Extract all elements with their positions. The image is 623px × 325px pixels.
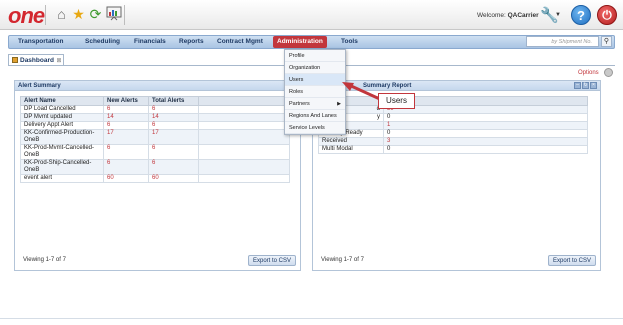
nav-administration[interactable]: Administration — [273, 36, 327, 48]
dashboard-icon — [12, 57, 18, 64]
alert-summary-panel: Alert Summary Alert Name New Alerts Tota… — [14, 80, 301, 271]
nav-transportation[interactable]: Transportation — [16, 36, 66, 48]
table-row[interactable]: DP Load Cancelled 6 6 — [20, 105, 290, 114]
column-header[interactable]: Total Alerts — [148, 96, 199, 106]
panel-title: Alert Summary — [15, 81, 300, 91]
table-row[interactable]: Delivery Ready0 — [318, 129, 588, 138]
gear-icon[interactable] — [604, 68, 613, 77]
home-icon[interactable]: ⌂ — [53, 6, 70, 23]
power-icon[interactable]: ⏻ — [597, 5, 617, 25]
options-link[interactable]: Options — [578, 70, 599, 76]
table-row[interactable]: Delivery Appt Alert 6 6 — [20, 121, 290, 130]
app-header: one ⌂ ★ ⟳ Welcome: QACarrier 🔧 ▼ ? ⏻ — [0, 0, 623, 30]
table-row[interactable]: event alert 60 60 — [20, 174, 290, 183]
table-row[interactable]: DP Mvmt updated 14 14 — [20, 113, 290, 122]
table-row[interactable]: Intransit1 — [318, 121, 588, 130]
column-header[interactable]: New Alerts — [103, 96, 149, 106]
table-row[interactable]: d 39 — [318, 105, 588, 114]
table-row[interactable]: y0 — [318, 113, 588, 122]
table-row[interactable]: KK-Prod-Ship-Cancelled-OneB 6 6 — [20, 159, 290, 175]
menu-item-profile[interactable]: Profile — [285, 50, 345, 62]
nav-tools[interactable]: Tools — [339, 36, 360, 48]
main-nav: Transportation Scheduling Financials Rep… — [8, 35, 615, 49]
column-header — [198, 96, 290, 106]
menu-item-service-levels[interactable]: Service Levels — [285, 122, 345, 134]
menu-item-regions-and-lanes[interactable]: Regions And Lanes — [285, 110, 345, 122]
star-icon[interactable]: ★ — [70, 6, 87, 23]
shipment-search-input[interactable]: by Shipment No. — [526, 36, 599, 47]
nav-contract-mgmt[interactable]: Contract Mgmt — [215, 36, 265, 48]
pagination-text: Viewing 1-7 of 7 — [321, 257, 364, 263]
table-row[interactable]: KK-Prod-Mvmt-Cancelled-OneB 6 6 — [20, 144, 290, 160]
search-icon[interactable]: ⚲ — [601, 36, 612, 47]
collapse-icon[interactable]: – — [574, 82, 581, 89]
presentation-icon[interactable] — [105, 6, 122, 23]
footer-divider — [0, 318, 623, 319]
refresh-icon[interactable]: ↻ — [582, 82, 589, 89]
logo[interactable]: one — [8, 3, 45, 29]
help-icon[interactable]: ? — [571, 5, 591, 25]
table-row[interactable]: Received 3 — [318, 137, 588, 146]
table-row[interactable]: KK-Confirmed-Production-OneB 17 17 — [20, 129, 290, 145]
nav-financials[interactable]: Financials — [132, 36, 168, 48]
menu-item-roles[interactable]: Roles — [285, 86, 345, 98]
chevron-down-icon[interactable]: ▼ — [555, 12, 561, 18]
panel-controls: – ↻ × — [574, 82, 597, 89]
export-csv-button[interactable]: Export to CSV — [547, 255, 596, 266]
username: QACarrier — [507, 12, 539, 19]
close-icon[interactable]: ☒ — [57, 58, 61, 64]
table-row[interactable]: Multi Modal 0 — [318, 145, 588, 154]
export-csv-button[interactable]: Export to CSV — [247, 255, 296, 266]
tab-label: Dashboard — [20, 57, 54, 64]
menu-item-partners[interactable]: Partners ▶ — [285, 98, 345, 110]
header-divider — [45, 5, 46, 25]
menu-item-users[interactable]: Users — [285, 74, 345, 86]
header-divider — [124, 5, 125, 25]
alert-table: Alert Name New Alerts Total Alerts DP Lo… — [20, 96, 290, 183]
nav-scheduling[interactable]: Scheduling — [83, 36, 122, 48]
summary-report-panel: Summary Report – ↻ × d39 y0 Intransit1 D… — [312, 80, 601, 271]
refresh-icon[interactable]: ⟳ — [87, 6, 104, 23]
column-header[interactable]: Alert Name — [20, 96, 104, 106]
nav-reports[interactable]: Reports — [177, 36, 206, 48]
menu-item-organization[interactable]: Organization — [285, 62, 345, 74]
administration-menu: Profile Organization Users Roles Partner… — [284, 49, 346, 135]
callout-label: Users — [378, 93, 415, 109]
welcome-text: Welcome: QACarrier — [477, 12, 539, 19]
pagination-text: Viewing 1-7 of 7 — [23, 257, 66, 263]
close-icon[interactable]: × — [590, 82, 597, 89]
